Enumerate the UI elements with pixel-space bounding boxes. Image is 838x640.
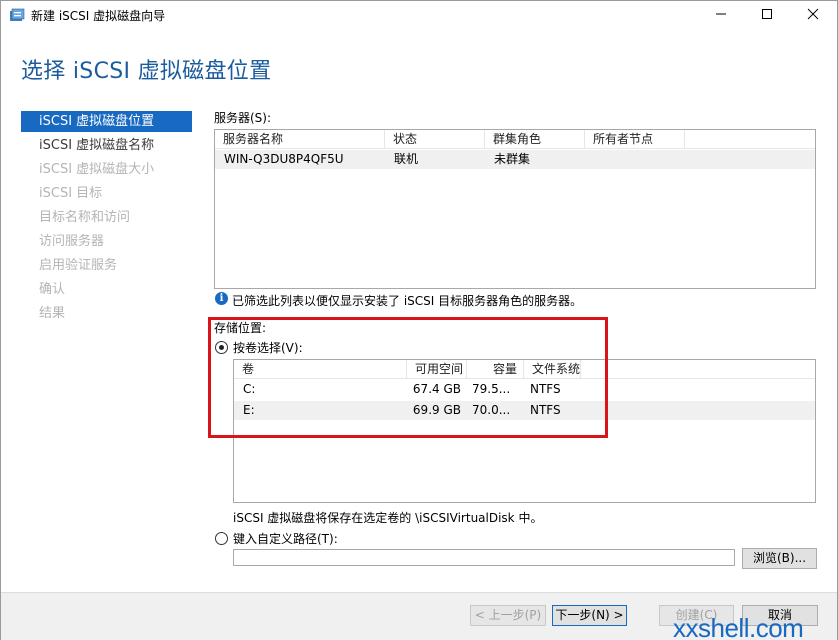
custom-path-input[interactable] xyxy=(233,549,735,566)
nav-step-target-name-access: 目标名称和访问 xyxy=(39,210,131,225)
wizard-step-nav: iSCSI 虚拟磁盘位置 iSCSI 虚拟磁盘名称 iSCSI 虚拟磁盘大小 i… xyxy=(21,111,193,327)
nav-step-disk-name[interactable]: iSCSI 虚拟磁盘名称 xyxy=(21,135,193,159)
by-volume-radio[interactable] xyxy=(215,341,228,354)
free-space-cell: 69.9 GB xyxy=(412,403,461,417)
volume-list-header: 卷 可用空间 容量 文件系统 xyxy=(234,360,815,379)
column-free-space[interactable]: 可用空间 xyxy=(407,360,467,379)
by-volume-label[interactable]: 按卷选择(V): xyxy=(233,339,303,356)
column-cluster-role[interactable]: 群集角色 xyxy=(485,130,585,149)
storage-location-label: 存储位置: xyxy=(214,321,267,335)
minimize-icon xyxy=(715,8,727,23)
nav-step-disk-size: iSCSI 虚拟磁盘大小 xyxy=(39,162,155,177)
server-name-cell: WIN-Q3DU8P4QF5U xyxy=(224,152,344,166)
save-location-note: iSCSI 虚拟磁盘将保存在选定卷的 \iSCSIVirtualDisk 中。 xyxy=(233,511,543,525)
nav-step-results: 结果 xyxy=(39,306,66,321)
previous-button[interactable]: < 上一步(P) xyxy=(470,605,546,626)
free-space-cell: 67.4 GB xyxy=(412,382,461,396)
servers-label: 服务器(S): xyxy=(214,111,272,125)
column-capacity[interactable]: 容量 xyxy=(467,360,524,379)
capacity-cell: 70.0... xyxy=(472,403,511,417)
browse-button[interactable]: 浏览(B)... xyxy=(742,548,817,569)
server-manager-icon xyxy=(9,7,25,23)
info-icon: i xyxy=(215,292,228,305)
column-volume[interactable]: 卷 xyxy=(234,360,407,379)
wizard-window: 新建 iSCSI 虚拟磁盘向导 选择 iSCSI 虚拟磁盘位置 iSCSI 虚拟… xyxy=(0,0,838,640)
table-row[interactable]: C: 67.4 GB 79.5... NTFS xyxy=(234,380,815,399)
custom-path-radio[interactable] xyxy=(215,532,228,545)
nav-step-enable-auth: 启用验证服务 xyxy=(39,258,118,273)
close-button[interactable] xyxy=(790,1,836,29)
server-filter-note: 已筛选此列表以便仅显示安装了 iSCSI 目标服务器角色的服务器。 xyxy=(232,294,583,308)
nav-step-confirm: 确认 xyxy=(39,282,66,297)
title-bar[interactable]: 新建 iSCSI 虚拟磁盘向导 xyxy=(1,1,837,29)
server-cluster-role-cell: 未群集 xyxy=(494,152,531,166)
volume-list[interactable]: 卷 可用空间 容量 文件系统 C: 67.4 GB 79.5... NTFS E… xyxy=(233,359,816,503)
table-row[interactable]: WIN-Q3DU8P4QF5U 联机 未群集 xyxy=(215,150,815,169)
column-file-system[interactable]: 文件系统 xyxy=(524,360,581,379)
page-title: 选择 iSCSI 虚拟磁盘位置 xyxy=(21,59,272,84)
custom-path-label[interactable]: 键入自定义路径(T): xyxy=(233,530,338,547)
file-system-cell: NTFS xyxy=(530,403,561,417)
nav-step-disk-location[interactable]: iSCSI 虚拟磁盘位置 xyxy=(21,111,192,132)
file-system-cell: NTFS xyxy=(530,382,561,396)
server-status-cell: 联机 xyxy=(394,152,419,166)
close-icon xyxy=(807,8,819,23)
table-row[interactable]: E: 69.9 GB 70.0... NTFS xyxy=(234,401,815,420)
maximize-button[interactable] xyxy=(744,1,790,29)
server-list[interactable]: 服务器名称 状态 群集角色 所有者节点 WIN-Q3DU8P4QF5U 联机 未… xyxy=(214,129,816,289)
server-owner-cell xyxy=(594,150,684,169)
server-list-header: 服务器名称 状态 群集角色 所有者节点 xyxy=(215,130,815,149)
column-owner-node[interactable]: 所有者节点 xyxy=(585,130,685,149)
window-title: 新建 iSCSI 虚拟磁盘向导 xyxy=(31,9,166,23)
nav-step-iscsi-target: iSCSI 目标 xyxy=(39,186,103,201)
nav-step-access-servers: 访问服务器 xyxy=(39,234,105,249)
column-status[interactable]: 状态 xyxy=(385,130,485,149)
next-button[interactable]: 下一步(N) > xyxy=(552,605,627,626)
volume-cell: C: xyxy=(243,382,256,396)
watermark-text: xxshell.com xyxy=(673,613,804,640)
column-server-name[interactable]: 服务器名称 xyxy=(215,130,385,149)
minimize-button[interactable] xyxy=(698,1,744,29)
capacity-cell: 79.5... xyxy=(472,382,511,396)
maximize-icon xyxy=(761,8,773,23)
volume-cell: E: xyxy=(243,403,255,417)
